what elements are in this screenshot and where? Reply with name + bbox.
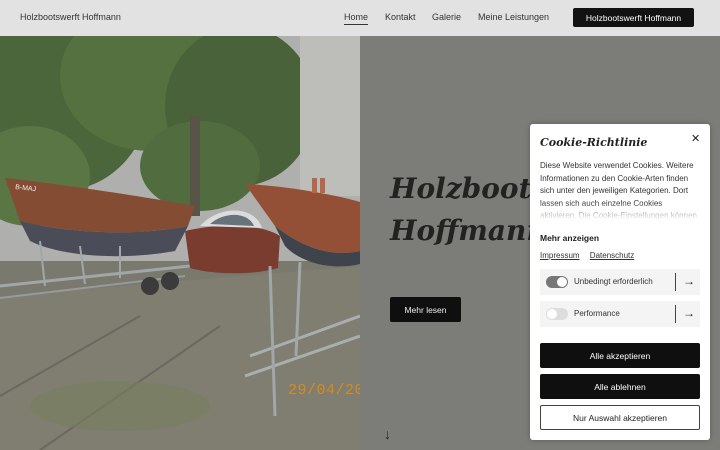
arrow-right-icon[interactable]: → [683, 274, 695, 288]
cookie-dialog-title: Cookie-Richtlinie [540, 136, 648, 149]
nav-kontakt[interactable]: Kontakt [385, 12, 416, 22]
toggle-knob [557, 277, 567, 287]
divider [675, 273, 676, 291]
accept-selection-button[interactable]: Nur Auswahl akzeptieren [540, 405, 700, 430]
toggle-knob [547, 309, 557, 319]
cookie-dialog: Cookie-Richtlinie ✕ Diese Website verwen… [530, 124, 710, 440]
nav-home[interactable]: Home [344, 12, 369, 25]
header-cta-button[interactable]: Holzbootswerft Hoffmann [573, 8, 694, 27]
necessary-toggle[interactable] [546, 276, 568, 288]
reject-all-button[interactable]: Alle ablehnen [540, 374, 700, 399]
photo-date-stamp: 29/04/202 [288, 382, 360, 399]
hero-photo: B-MAJ 29/04/202 [0, 36, 360, 450]
nav-galerie[interactable]: Galerie [432, 12, 461, 22]
datenschutz-link[interactable]: Datenschutz [590, 251, 634, 260]
cookie-category-label: Unbedingt erforderlich [574, 277, 653, 286]
impressum-link[interactable]: Impressum [540, 251, 580, 260]
read-more-button[interactable]: Mehr lesen [390, 297, 461, 322]
site-header: Holzbootswerft Hoffmann Home Kontakt Gal… [0, 0, 720, 36]
accept-all-button[interactable]: Alle akzeptieren [540, 343, 700, 368]
cookie-description-fade [540, 202, 700, 220]
arrow-right-icon[interactable]: → [683, 306, 695, 320]
performance-toggle[interactable] [546, 308, 568, 320]
scroll-down-arrow-icon[interactable]: ↓ [384, 426, 391, 442]
divider [675, 305, 676, 323]
cookie-legal-links: Impressum Datenschutz [540, 251, 642, 260]
close-icon[interactable]: ✕ [691, 132, 700, 145]
nav-leistungen[interactable]: Meine Leistungen [478, 12, 549, 22]
cookie-category-performance[interactable]: Performance → [540, 301, 700, 327]
site-brand[interactable]: Holzbootswerft Hoffmann [20, 12, 121, 22]
cookie-category-necessary[interactable]: Unbedingt erforderlich → [540, 269, 700, 295]
cookie-category-label: Performance [574, 309, 620, 318]
show-more-link[interactable]: Mehr anzeigen [540, 233, 599, 243]
